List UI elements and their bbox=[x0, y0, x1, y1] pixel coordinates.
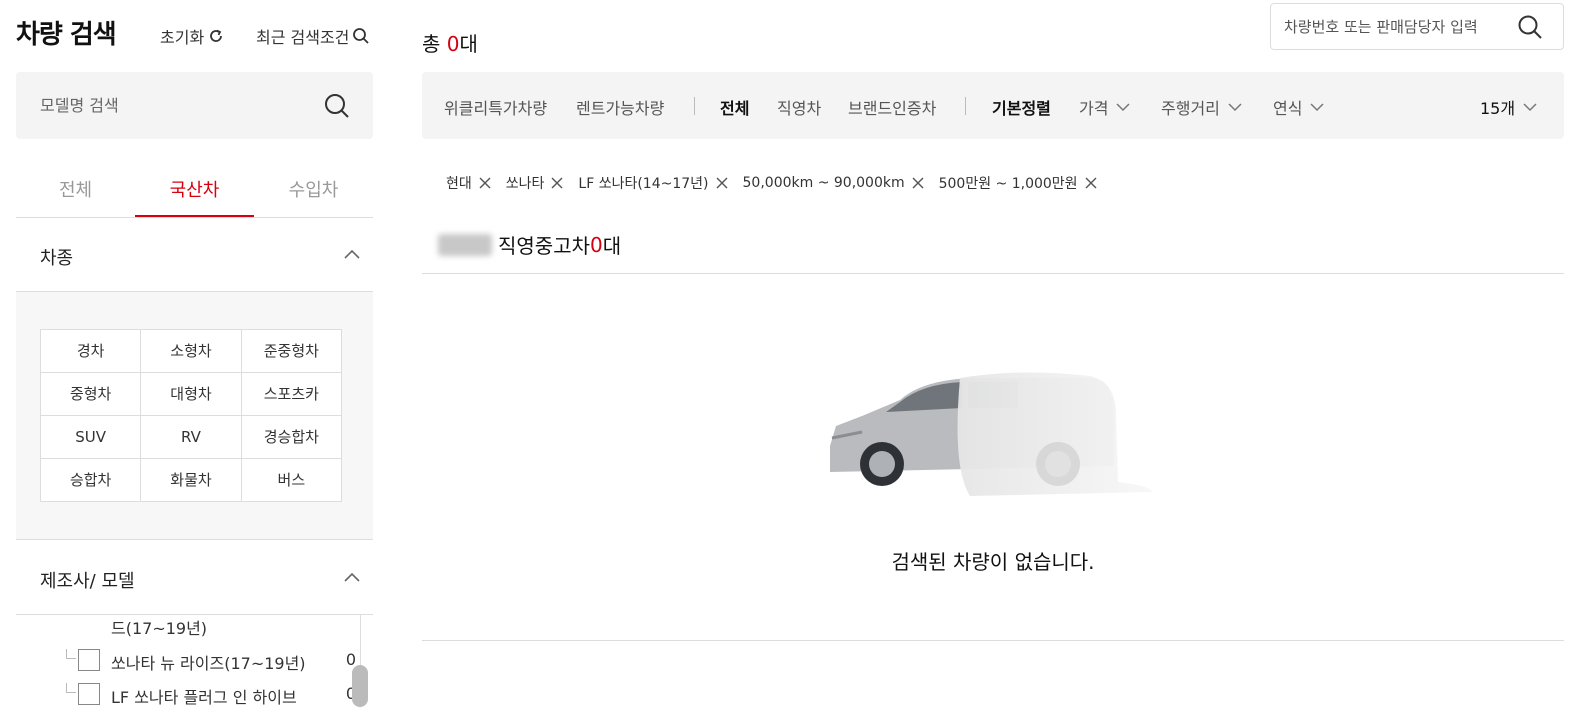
model-row: LF 쏘나타 플러그 인 하이브 0 bbox=[66, 683, 356, 707]
model-row: 쏘나타 뉴 라이즈(17~19년) 0 bbox=[66, 649, 356, 673]
total-count-heading: 총 0대 bbox=[422, 28, 478, 57]
filter-tag-label: LF 쏘나타(14~17년) bbox=[578, 176, 709, 192]
model-search-input[interactable] bbox=[40, 92, 310, 118]
search-sidebar: 차량 검색 초기화 최근 검색조건 전체 국산차 수입차 차종 경차 소형차 준… bbox=[16, 0, 373, 707]
refresh-icon bbox=[210, 29, 223, 42]
close-icon[interactable] bbox=[1084, 176, 1098, 190]
model-name-continued: 드(17~19년) bbox=[111, 619, 208, 638]
model-list: 드(17~19년) 쏘나타 뉴 라이즈(17~19년) 0 LF 쏘나타 플러그… bbox=[16, 615, 373, 707]
tab-domestic[interactable]: 국산차 bbox=[135, 158, 254, 217]
filter-tag: 500만원 ~ 1,000만원 bbox=[939, 172, 1098, 194]
filter-tag-label: 50,000km ~ 90,000km bbox=[742, 175, 905, 191]
results-subheading: 직영중고차 0대 bbox=[438, 230, 621, 259]
car-type-grid: 경차 소형차 준중형차 중형차 대형차 스포츠카 SUV RV 경승합차 승합차… bbox=[40, 329, 342, 502]
model-checkbox[interactable] bbox=[78, 683, 100, 705]
close-icon[interactable] bbox=[550, 176, 564, 190]
total-prefix: 총 bbox=[422, 32, 447, 56]
car-type-option[interactable]: SUV bbox=[41, 416, 142, 459]
car-type-option[interactable]: 경차 bbox=[41, 330, 142, 373]
car-type-section-header[interactable]: 차종 bbox=[16, 218, 373, 292]
sort-price-dropdown[interactable]: 가격 bbox=[1079, 95, 1130, 119]
car-type-option[interactable]: 중형차 bbox=[41, 373, 142, 416]
filter-tag: LF 쏘나타(14~17년) bbox=[578, 172, 728, 194]
car-type-option[interactable]: 대형차 bbox=[141, 373, 242, 416]
model-checkbox[interactable] bbox=[78, 649, 100, 671]
model-search-box bbox=[16, 72, 373, 139]
chevron-up-icon bbox=[344, 249, 360, 259]
scrollbar-thumb[interactable] bbox=[352, 665, 368, 707]
vehicle-number-input[interactable] bbox=[1284, 15, 1514, 39]
tab-all[interactable]: 전체 bbox=[16, 158, 135, 217]
empty-result-message: 검색된 차량이 없습니다. bbox=[891, 550, 1095, 574]
model-name: 쏘나타 뉴 라이즈(17~19년) bbox=[111, 654, 306, 673]
weekly-special-filter[interactable]: 위클리특가차량 bbox=[444, 95, 547, 119]
search-icon[interactable] bbox=[323, 92, 351, 120]
sort-mileage-dropdown[interactable]: 주행거리 bbox=[1161, 95, 1242, 119]
car-type-option[interactable]: 승합차 bbox=[41, 459, 142, 502]
divider bbox=[422, 640, 1564, 641]
filter-tag-label: 500만원 ~ 1,000만원 bbox=[938, 176, 1078, 192]
filter-tag: 현대 bbox=[446, 172, 492, 194]
recent-search-button[interactable]: 최근 검색조건 bbox=[256, 24, 370, 48]
maker-section-header[interactable]: 제조사/ 모델 bbox=[16, 541, 373, 615]
empty-car-illustration bbox=[830, 372, 1152, 496]
sort-year-dropdown[interactable]: 연식 bbox=[1273, 95, 1324, 119]
close-icon[interactable] bbox=[478, 176, 492, 190]
reset-button[interactable]: 초기화 bbox=[160, 24, 225, 48]
brand-certified-filter[interactable]: 브랜드인증차 bbox=[848, 95, 936, 119]
close-icon[interactable] bbox=[911, 176, 925, 190]
chevron-down-icon bbox=[1523, 103, 1537, 112]
origin-tabs: 전체 국산차 수입차 bbox=[16, 158, 373, 218]
car-type-option[interactable]: 화물차 bbox=[141, 459, 242, 502]
tab-imported[interactable]: 수입차 bbox=[254, 158, 373, 217]
total-suffix: 대 bbox=[459, 32, 478, 56]
chevron-down-icon bbox=[1116, 103, 1130, 112]
recent-search-label: 최근 검색조건 bbox=[256, 28, 350, 47]
vehicle-number-search bbox=[1270, 3, 1564, 50]
total-count: 0 bbox=[446, 32, 460, 56]
filter-tag: 쏘나타 bbox=[506, 172, 565, 194]
car-type-option[interactable]: 준중형차 bbox=[241, 330, 342, 373]
divider bbox=[422, 273, 1564, 274]
sort-price-label: 가격 bbox=[1079, 99, 1109, 118]
filter-bar: 위클리특가차량 렌트가능차량 전체 직영차 브랜드인증차 기본정렬 가격 주행거… bbox=[422, 72, 1564, 139]
per-page-dropdown[interactable]: 15개 bbox=[1480, 95, 1537, 119]
search-icon bbox=[353, 28, 370, 44]
filter-tag: 50,000km ~ 90,000km bbox=[743, 172, 925, 194]
search-icon[interactable] bbox=[1517, 14, 1543, 40]
car-type-option[interactable]: 경승합차 bbox=[241, 416, 342, 459]
model-name: LF 쏘나타 플러그 인 하이브 bbox=[111, 688, 297, 707]
sort-mileage-label: 주행거리 bbox=[1161, 99, 1220, 118]
subhead-suffix: 대 bbox=[602, 234, 622, 258]
sort-year-label: 연식 bbox=[1273, 99, 1303, 118]
reset-label: 초기화 bbox=[160, 28, 205, 47]
car-type-option[interactable]: 스포츠카 bbox=[241, 373, 342, 416]
maker-section-title: 제조사/ 모델 bbox=[40, 571, 135, 592]
divider bbox=[694, 97, 695, 115]
all-filter[interactable]: 전체 bbox=[720, 95, 749, 119]
divider bbox=[965, 97, 966, 115]
tree-connector bbox=[66, 683, 76, 693]
rentable-filter[interactable]: 렌트가능차량 bbox=[576, 95, 664, 119]
chevron-down-icon bbox=[1228, 103, 1242, 112]
subhead-label: 직영중고차 bbox=[498, 234, 590, 258]
active-filter-tags: 현대 쏘나타 LF 쏘나타(14~17년) 50,000km ~ 90,000k… bbox=[446, 172, 1098, 194]
blurred-brand-logo bbox=[438, 233, 492, 256]
direct-filter[interactable]: 직영차 bbox=[777, 95, 821, 119]
subhead-count: 0 bbox=[590, 232, 603, 257]
filter-tag-label: 현대 bbox=[446, 176, 472, 192]
filter-tag-label: 쏘나타 bbox=[505, 176, 545, 192]
chevron-down-icon bbox=[1310, 103, 1324, 112]
car-type-panel: 경차 소형차 준중형차 중형차 대형차 스포츠카 SUV RV 경승합차 승합차… bbox=[16, 292, 373, 540]
per-page-label: 15개 bbox=[1480, 99, 1516, 118]
car-type-option[interactable]: 소형차 bbox=[141, 330, 242, 373]
page-title: 차량 검색 bbox=[16, 20, 117, 50]
car-type-option[interactable]: 버스 bbox=[241, 459, 342, 502]
tree-connector bbox=[66, 649, 76, 659]
car-type-option[interactable]: RV bbox=[141, 416, 242, 459]
car-type-section-title: 차종 bbox=[40, 248, 74, 269]
close-icon[interactable] bbox=[715, 176, 729, 190]
chevron-up-icon bbox=[344, 572, 360, 582]
sort-default-button[interactable]: 기본정렬 bbox=[992, 95, 1051, 119]
